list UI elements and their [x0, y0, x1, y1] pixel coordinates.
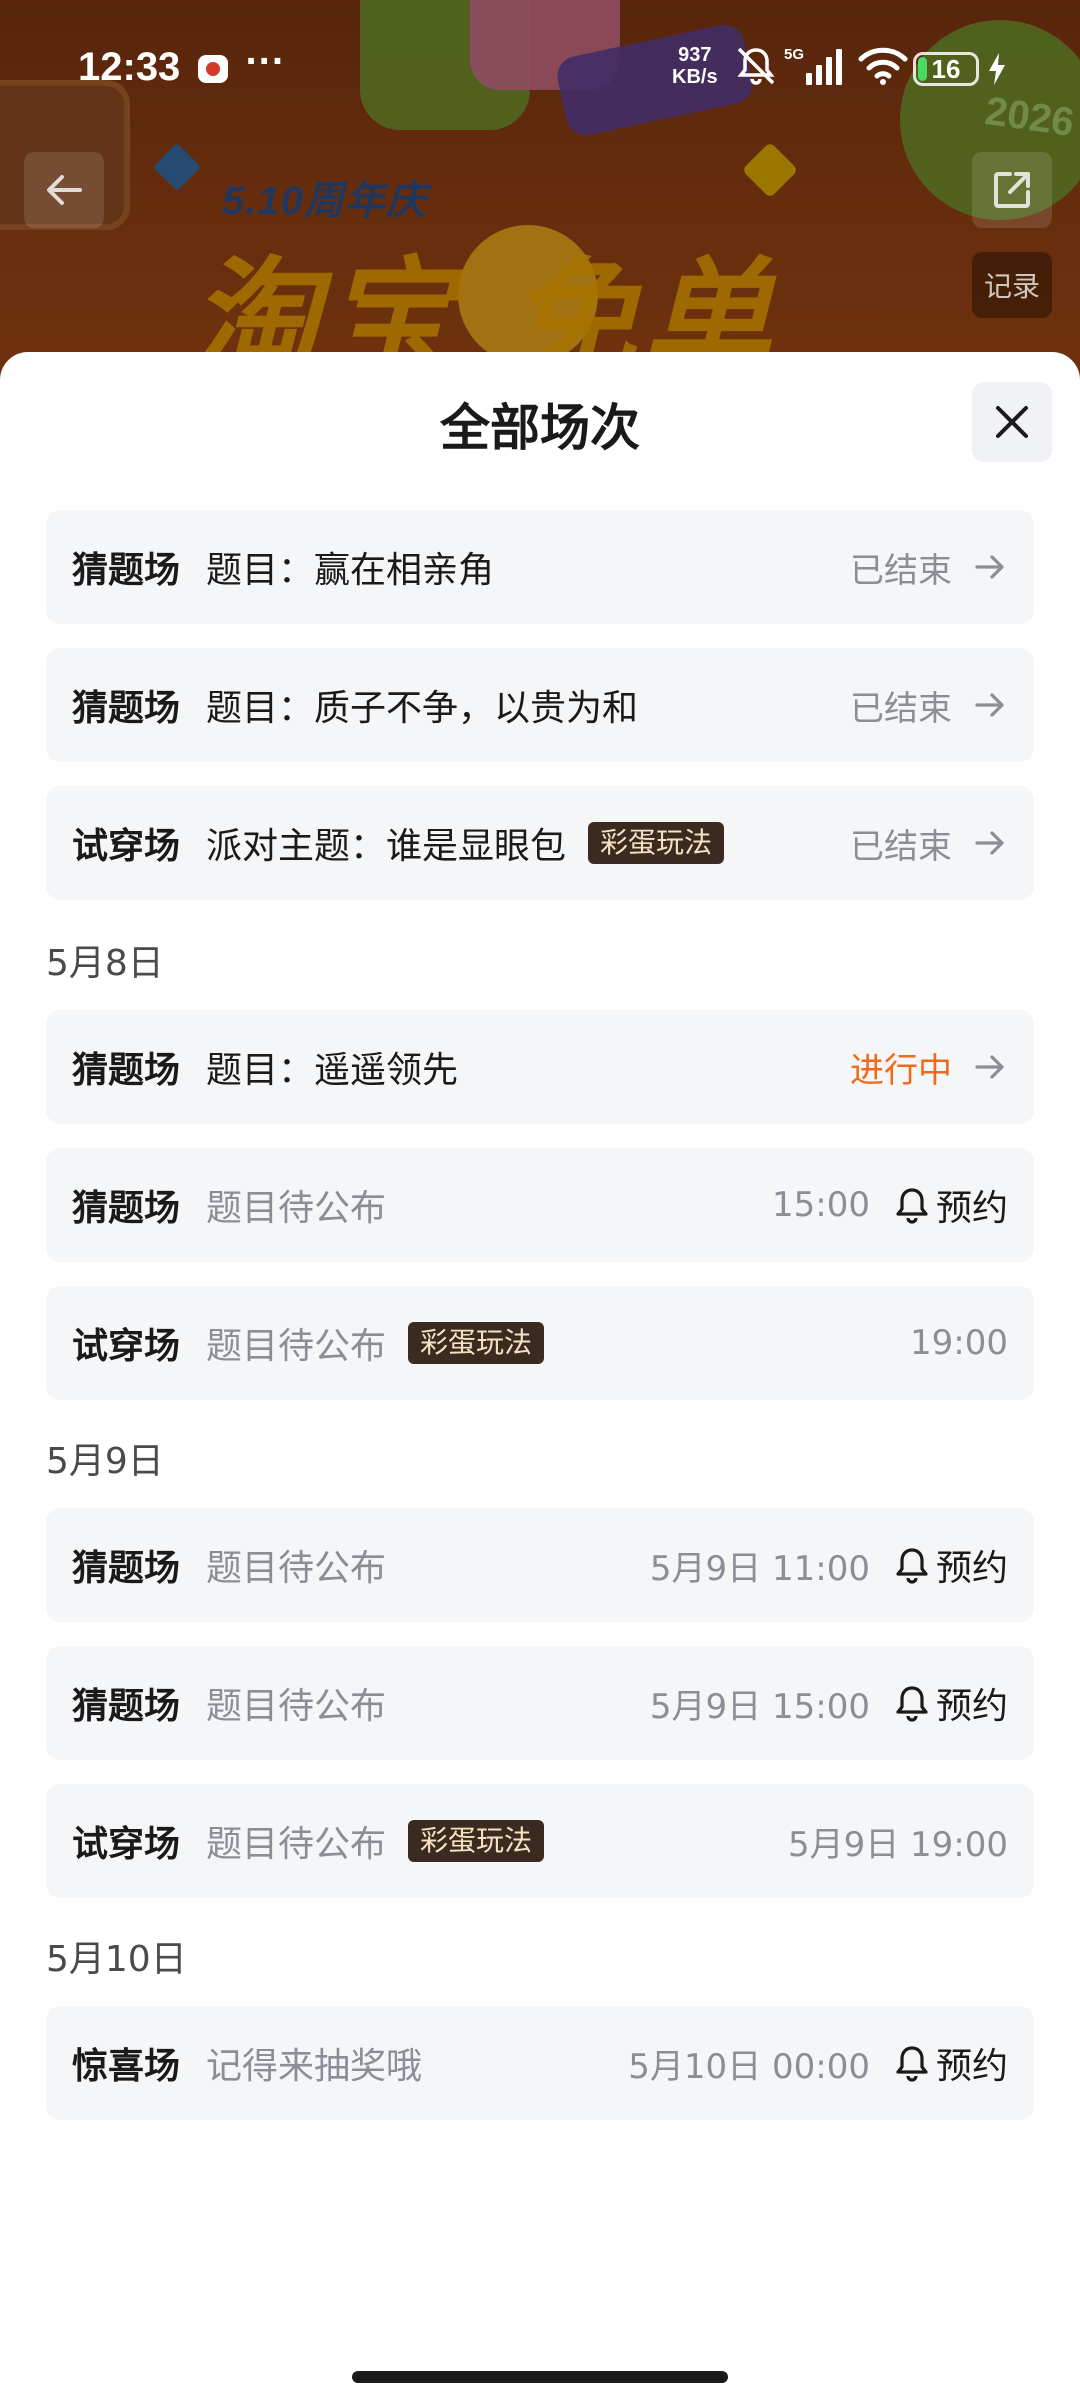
session-status-live: 进行中 [850, 1050, 952, 1091]
session-topic: 题目：赢在相亲角 [206, 550, 495, 591]
network-speed: 937 KB/s [672, 44, 718, 88]
reserve-button[interactable]: 预约 [892, 1539, 1008, 1591]
wifi-icon [858, 47, 908, 85]
charging-icon [989, 53, 1005, 85]
battery-indicator: 16 [913, 52, 979, 86]
easter-egg-badge: 彩蛋玩法 [408, 1820, 545, 1862]
session-type: 猜题场 [72, 1050, 181, 1091]
close-icon [996, 406, 1028, 438]
status-bar: 12:33 ··· 937 KB/s 5G 16 [0, 0, 1080, 130]
network-speed-value: 937 [678, 44, 712, 66]
session-type: 猜题场 [72, 1188, 181, 1229]
close-button[interactable] [972, 382, 1052, 462]
arrow-right-icon [975, 1055, 1004, 1079]
session-topic: 题目待公布 [206, 1686, 387, 1727]
session-type: 试穿场 [72, 826, 181, 867]
home-indicator[interactable] [352, 2371, 728, 2383]
battery-percent: 16 [931, 54, 961, 84]
session-time: 19:00 [910, 1323, 1008, 1363]
cellular-signal-icon: 5G [784, 46, 842, 85]
session-row[interactable]: 惊喜场 记得来抽奖哦 5月10日 00:00 预约 [46, 2006, 1034, 2120]
back-button[interactable] [24, 152, 104, 228]
session-row[interactable]: 猜题场 题目：质子不争，以贵为和 已结束 [46, 648, 1034, 762]
record-button[interactable]: 记录 [972, 252, 1052, 318]
reserve-label: 预约 [935, 2046, 1008, 2087]
reserve-button[interactable]: 预约 [892, 1179, 1008, 1231]
session-row[interactable]: 猜题场 题目待公布 15:00 预约 [46, 1148, 1034, 1262]
session-type: 试穿场 [72, 1326, 181, 1367]
session-status: 已结束 [850, 550, 952, 591]
session-row[interactable]: 试穿场 题目待公布 彩蛋玩法 5月9日 19:00 [46, 1784, 1034, 1898]
session-topic: 题目待公布 [206, 1326, 387, 1367]
bell-icon [896, 1188, 928, 1224]
mute-bell-icon [737, 47, 775, 85]
arrow-right-icon [975, 693, 1004, 717]
reserve-label: 预约 [935, 1686, 1008, 1727]
session-type: 惊喜场 [72, 2046, 181, 2087]
session-topic: 派对主题：谁是显眼包 [206, 826, 567, 867]
network-speed-unit: KB/s [672, 66, 718, 88]
session-status: 已结束 [850, 688, 952, 729]
session-type: 猜题场 [72, 1686, 181, 1727]
session-status: 已结束 [850, 826, 952, 867]
session-time: 5月9日 15:00 [649, 1686, 870, 1727]
date-header: 5月8日 [46, 943, 164, 984]
arrow-left-icon [47, 175, 82, 205]
session-time: 15:00 [772, 1185, 870, 1225]
reserve-button[interactable]: 预约 [892, 2037, 1008, 2089]
session-topic: 题目待公布 [206, 1188, 387, 1229]
external-link-icon [994, 172, 1030, 208]
session-row[interactable]: 猜题场 题目待公布 5月9日 11:00 预约 [46, 1508, 1034, 1622]
more-notifications-icon: ··· [245, 42, 285, 80]
arrow-right-icon [975, 831, 1004, 855]
reserve-label: 预约 [935, 1188, 1008, 1229]
session-type: 猜题场 [72, 550, 181, 591]
session-type: 试穿场 [72, 1824, 181, 1865]
sheet-title: 全部场次 [440, 399, 640, 457]
share-button[interactable] [972, 152, 1052, 228]
session-topic: 题目待公布 [206, 1824, 387, 1865]
arrow-right-icon [975, 555, 1004, 579]
session-topic: 记得来抽奖哦 [206, 2046, 423, 2087]
session-row[interactable]: 猜题场 题目：赢在相亲角 已结束 [46, 510, 1034, 624]
bell-icon [896, 1686, 928, 1722]
session-type: 猜题场 [72, 1548, 181, 1589]
bell-icon [896, 2046, 928, 2082]
session-time: 5月9日 11:00 [649, 1548, 870, 1589]
notification-app-icon [198, 55, 228, 83]
all-sessions-sheet: 全部场次 猜题场 题目：赢在相亲角 已结束 猜题场 题目：质子不争，以贵为和 已… [0, 352, 1080, 2400]
session-row[interactable]: 试穿场 派对主题：谁是显眼包 彩蛋玩法 已结束 [46, 786, 1034, 900]
session-time: 5月10日 00:00 [628, 2046, 870, 2087]
date-header: 5月9日 [46, 1441, 164, 1482]
session-row[interactable]: 猜题场 题目：遥遥领先 进行中 [46, 1010, 1034, 1124]
session-row[interactable]: 猜题场 题目待公布 5月9日 15:00 预约 [46, 1646, 1034, 1760]
easter-egg-badge: 彩蛋玩法 [408, 1322, 545, 1364]
session-topic: 题目待公布 [206, 1548, 387, 1589]
session-row[interactable]: 试穿场 题目待公布 彩蛋玩法 19:00 [46, 1286, 1034, 1400]
reserve-button[interactable]: 预约 [892, 1677, 1008, 1729]
date-header: 5月10日 [46, 1939, 187, 1980]
network-type-label: 5G [784, 46, 804, 63]
reserve-label: 预约 [935, 1548, 1008, 1589]
easter-egg-badge: 彩蛋玩法 [588, 822, 725, 864]
session-topic: 题目：遥遥领先 [206, 1050, 459, 1091]
bell-icon [896, 1548, 928, 1584]
session-topic: 题目：质子不争，以贵为和 [206, 688, 639, 729]
session-time: 5月9日 19:00 [787, 1824, 1008, 1865]
status-time: 12:33 [78, 45, 181, 89]
session-type: 猜题场 [72, 688, 181, 729]
